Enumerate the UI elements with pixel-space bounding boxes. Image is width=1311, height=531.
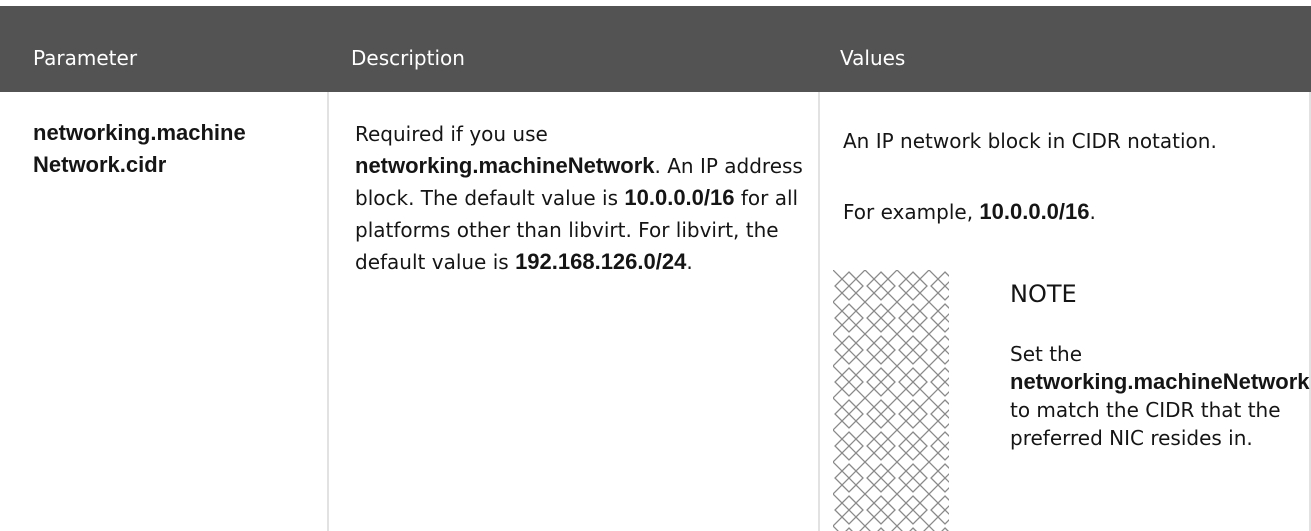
header-values: Values: [840, 46, 906, 70]
note-body: Set the networking.machineNetwork to mat…: [1010, 340, 1310, 452]
note-pattern-icon: [833, 270, 949, 531]
header-parameter: Parameter: [33, 46, 138, 70]
values-example: For example, 10.0.0.0/16.: [843, 196, 1303, 228]
header-description: Description: [351, 46, 465, 70]
values-example-prefix: For example,: [843, 200, 980, 224]
table-header: Parameter Description Values: [0, 6, 1311, 92]
values-example-code: 10.0.0.0/16: [979, 199, 1090, 224]
note-text-2: to match the CIDR that the preferred NIC…: [1010, 398, 1281, 450]
values-example-suffix: .: [1089, 200, 1096, 224]
parameter-name: networking.machine Network.cidr: [33, 120, 246, 177]
description-code-2: 10.0.0.0/16: [624, 185, 735, 210]
description-code-3: 192.168.126.0/24: [515, 249, 687, 274]
description-text-4: .: [686, 250, 693, 274]
description-text: Required if you use networking.machineNe…: [355, 118, 805, 278]
description-text-1: Required if you use: [355, 122, 548, 146]
column-divider: [818, 92, 820, 531]
parameter-table: Parameter Description Values networking.…: [0, 0, 1311, 531]
column-divider: [327, 92, 329, 531]
note-text-1: Set the: [1010, 342, 1083, 366]
note-code: networking.machineNetwork: [1010, 369, 1310, 394]
values-text: An IP network block in CIDR notation.: [843, 129, 1217, 153]
note-title: NOTE: [1010, 280, 1077, 308]
description-code-1: networking.machineNetwork: [355, 153, 655, 178]
